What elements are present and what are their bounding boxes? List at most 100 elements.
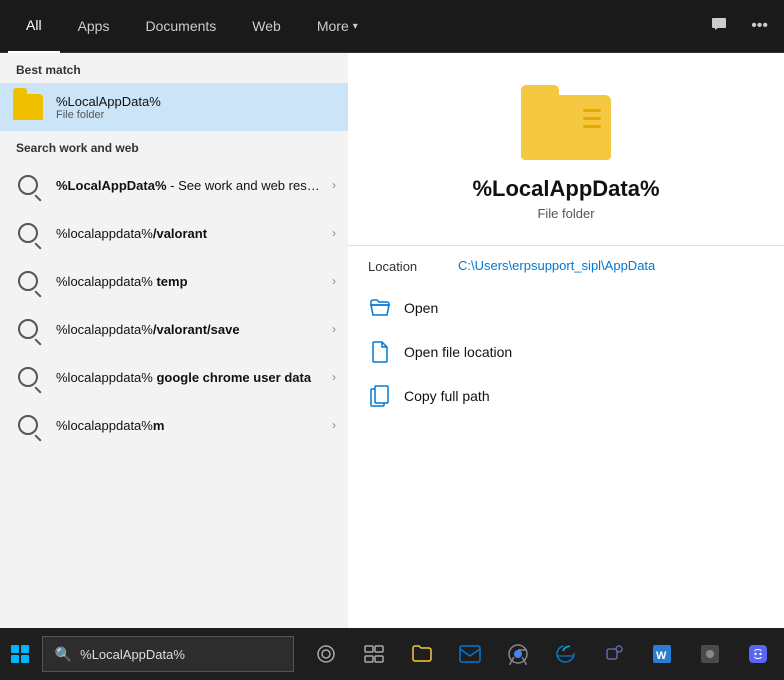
magnifier-icon (18, 175, 38, 195)
teams-icon (603, 643, 625, 665)
search-result-4[interactable]: %localappdata%/valorant/save › (0, 305, 348, 353)
search-result-3-text: %localappdata% temp (56, 274, 324, 289)
search-result-1-title: %LocalAppData% - See work and web result… (56, 178, 324, 193)
search-result-1[interactable]: %LocalAppData% - See work and web result… (0, 161, 348, 209)
tab-all[interactable]: All (8, 0, 60, 53)
search-result-5[interactable]: %localappdata% google chrome user data › (0, 353, 348, 401)
search-icon-5 (12, 361, 44, 393)
action-list: Open Open file location (348, 286, 784, 418)
tab-web[interactable]: Web (234, 0, 299, 53)
start-button[interactable] (4, 632, 36, 676)
more-options-button[interactable]: ••• (743, 10, 776, 43)
file-explorer-button[interactable] (400, 632, 444, 676)
search-result-5-text: %localappdata% google chrome user data (56, 370, 324, 385)
magnifier-icon-6 (18, 415, 38, 435)
search-result-4-text: %localappdata%/valorant/save (56, 322, 324, 337)
magnifier-icon-3 (18, 271, 38, 291)
folder-line-3 (583, 125, 601, 128)
best-match-text: %LocalAppData% File folder (56, 94, 336, 121)
tab-more[interactable]: More ▾ (299, 0, 376, 53)
search-result-5-title: %localappdata% google chrome user data (56, 370, 324, 385)
taskbar-search-bar[interactable]: 🔍 %LocalAppData% (42, 636, 294, 672)
search-result-2-text: %localappdata%/valorant (56, 226, 324, 241)
folder-line-1 (583, 109, 601, 112)
search-result-4-title: %localappdata%/valorant/save (56, 322, 324, 337)
word-icon: W (651, 643, 673, 665)
feedback-button[interactable] (703, 10, 735, 43)
nav-icons: ••• (703, 10, 776, 43)
task-view-icon (364, 645, 384, 663)
taskbar-search-icon: 🔍 (55, 646, 72, 663)
best-match-label: Best match (0, 53, 348, 83)
best-match-item[interactable]: %LocalAppData% File folder (0, 83, 348, 131)
top-nav: All Apps Documents Web More ▾ ••• (0, 0, 784, 53)
app-container: All Apps Documents Web More ▾ ••• (0, 0, 784, 628)
open-folder-icon (368, 296, 392, 320)
tab-documents[interactable]: Documents (127, 0, 234, 53)
location-label: Location (368, 259, 458, 274)
best-match-title: %LocalAppData% (56, 94, 336, 109)
copy-full-path-action[interactable]: Copy full path (360, 374, 772, 418)
windows-logo-icon (11, 645, 29, 663)
search-icon-6 (12, 409, 44, 441)
search-icon-1 (12, 169, 44, 201)
svg-text:W: W (656, 650, 667, 662)
open-file-location-action[interactable]: Open file location (360, 330, 772, 374)
magnifier-icon-4 (18, 319, 38, 339)
magnifier-icon-5 (18, 367, 38, 387)
chevron-icon-6: › (332, 418, 336, 432)
outlook-icon (459, 644, 481, 664)
search-icon-2 (12, 217, 44, 249)
file-location-icon (368, 340, 392, 364)
copy-path-icon (368, 384, 392, 408)
location-path[interactable]: C:\Users\erpsupport_sipl\AppData (458, 258, 655, 273)
outlook-button[interactable] (448, 632, 492, 676)
chevron-icon-5: › (332, 370, 336, 384)
location-row: Location C:\Users\erpsupport_sipl\AppDat… (348, 245, 784, 286)
open-label: Open (404, 300, 438, 316)
cortana-icon (316, 644, 336, 664)
chrome-button[interactable] (496, 632, 540, 676)
folder-icon-container (12, 91, 44, 123)
taskbar-search-text: %LocalAppData% (80, 647, 185, 662)
search-result-3[interactable]: %localappdata% temp › (0, 257, 348, 305)
ellipsis-icon: ••• (751, 17, 768, 34)
taskbar: 🔍 %LocalAppData% (0, 628, 784, 680)
magnifier-icon-2 (18, 223, 38, 243)
chevron-icon-1: › (332, 178, 336, 192)
extra-app-icon (699, 643, 721, 665)
extra-app-button[interactable] (688, 632, 732, 676)
best-match-subtitle: File folder (56, 109, 336, 121)
folder-lines (583, 109, 601, 128)
app-name: %LocalAppData% (472, 176, 659, 202)
folder-body (521, 95, 611, 160)
app-type: File folder (537, 206, 594, 221)
discord-button[interactable] (736, 632, 780, 676)
search-result-1-text: %LocalAppData% - See work and web result… (56, 178, 324, 193)
cortana-button[interactable] (304, 632, 348, 676)
left-panel: Best match %LocalAppData% File folder Se… (0, 53, 348, 628)
taskbar-icons: W (304, 632, 780, 676)
chevron-icon-3: › (332, 274, 336, 288)
tab-apps[interactable]: Apps (60, 0, 128, 53)
discord-icon (747, 643, 769, 665)
copy-full-path-label: Copy full path (404, 388, 490, 404)
file-explorer-icon (411, 644, 433, 664)
open-action[interactable]: Open (360, 286, 772, 330)
big-folder-icon (521, 85, 611, 160)
edge-button[interactable] (544, 632, 588, 676)
right-panel: %LocalAppData% File folder Location C:\U… (348, 53, 784, 628)
chevron-icon-4: › (332, 322, 336, 336)
feedback-icon (711, 16, 727, 32)
more-dropdown-arrow: ▾ (353, 21, 358, 32)
word-button[interactable]: W (640, 632, 684, 676)
chrome-icon (507, 643, 529, 665)
teams-button[interactable] (592, 632, 636, 676)
search-result-2-title: %localappdata%/valorant (56, 226, 324, 241)
search-result-2[interactable]: %localappdata%/valorant › (0, 209, 348, 257)
task-view-button[interactable] (352, 632, 396, 676)
search-result-6[interactable]: %localappdata%m › (0, 401, 348, 449)
main-content: Best match %LocalAppData% File folder Se… (0, 53, 784, 628)
search-result-6-title: %localappdata%m (56, 418, 324, 433)
search-result-3-title: %localappdata% temp (56, 274, 324, 289)
